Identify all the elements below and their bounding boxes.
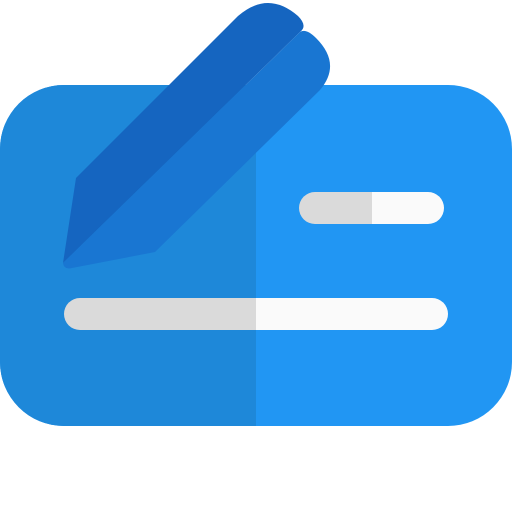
amount-line-light-part <box>372 192 444 224</box>
amount-line-dark-part <box>299 192 372 224</box>
signed-cheque-icon <box>0 3 512 426</box>
amount-line <box>299 192 444 224</box>
icon-canvas <box>0 0 512 512</box>
signature-line <box>64 298 448 330</box>
signature-line-dark-part <box>64 298 256 330</box>
signature-line-light-part <box>256 298 448 330</box>
